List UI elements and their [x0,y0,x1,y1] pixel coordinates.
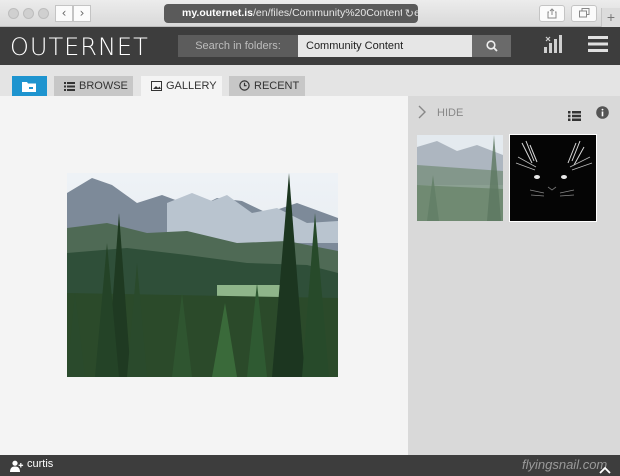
signal-bars-icon [544,35,562,53]
menu-button[interactable] [588,36,608,57]
search-button[interactable] [472,35,511,57]
app-header: OUTERNET Search in folders: [0,27,620,65]
app-footer: curtis flyingsnail.com [0,455,620,476]
address-bar[interactable]: my.outernet.is/en/files/Community%20Cont… [164,4,418,23]
search-icon [486,40,498,52]
username[interactable]: curtis [27,458,53,470]
url-host: my.outernet.is [182,7,253,19]
tabs-overview-button[interactable] [571,5,597,22]
watermark: flyingsnail.com [522,457,608,472]
app-logo[interactable]: OUTERNET [10,33,149,61]
tab-gallery[interactable]: GALLERY [141,76,222,96]
footer-expand-button[interactable] [599,461,611,476]
chevron-up-icon [599,466,611,474]
chevron-right-icon [418,105,426,119]
status-button[interactable] [543,34,563,59]
hide-panel-button[interactable] [418,105,427,124]
folder-icon [22,82,36,92]
thumbnail-mountain[interactable] [417,135,503,221]
image-icon [151,81,162,91]
forward-button[interactable]: › [73,5,91,22]
hide-label[interactable]: HIDE [437,107,463,119]
search-label: Search in folders: [178,35,298,57]
mountain-forest-image [67,173,338,377]
current-photo[interactable] [67,173,338,377]
thumbnail-cat[interactable] [509,134,597,222]
share-button[interactable] [539,5,565,22]
view-tabs: BROWSE GALLERY RECENT [0,65,620,96]
reload-icon[interactable]: ↻ [401,4,414,23]
window-close-button[interactable] [8,8,19,19]
folder-search: Search in folders: [178,35,511,57]
clock-icon [239,80,250,91]
window-minimize-button[interactable] [23,8,34,19]
search-input[interactable] [298,35,472,57]
window-zoom-button[interactable] [38,8,49,19]
tab-browse[interactable]: BROWSE [54,76,133,96]
tabs-icon [578,8,589,18]
list-icon [64,82,75,91]
image-viewer [0,96,408,455]
mountain-thumbnail-image [417,135,503,221]
user-icon [10,459,24,476]
cat-thumbnail-image [510,135,596,221]
hamburger-menu-icon [588,36,608,52]
back-button[interactable]: ‹ [55,5,73,22]
tab-gallery-label: GALLERY [166,80,217,92]
list-view-icon [568,111,581,121]
info-icon [596,106,609,119]
new-tab-button[interactable]: + [601,8,620,27]
url-path: /en/files/Community%20Content?selec [253,7,418,19]
tab-folder[interactable] [12,76,47,96]
share-icon [547,8,557,19]
info-button[interactable] [596,106,609,124]
gallery-sidebar: HIDE [408,96,620,455]
tab-recent[interactable]: RECENT [229,76,305,96]
browser-toolbar: ‹ › my.outernet.is/en/files/Community%20… [0,0,620,27]
list-view-button[interactable] [568,108,581,126]
tab-recent-label: RECENT [254,80,300,92]
tab-browse-label: BROWSE [79,80,128,92]
